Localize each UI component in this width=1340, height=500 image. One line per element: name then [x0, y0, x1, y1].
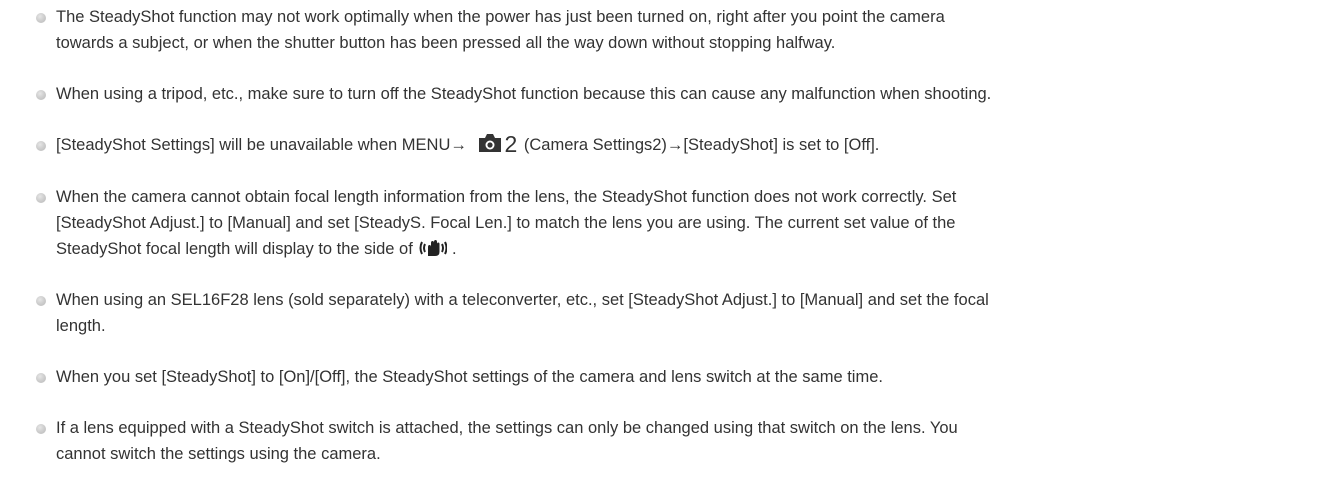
- note-text-line: cannot switch the settings using the cam…: [56, 445, 381, 463]
- note-item: When using an SEL16F28 lens (sold separa…: [0, 287, 1340, 339]
- note-text-line: When you set [SteadyShot] to [On]/[Off],…: [56, 368, 883, 386]
- note-item: When using a tripod, etc., make sure to …: [0, 81, 1340, 107]
- note-text-line: towards a subject, or when the shutter b…: [56, 34, 836, 52]
- note-text-line: When using an SEL16F28 lens (sold separa…: [56, 291, 989, 309]
- note-text-line: [SteadyShot Adjust.] to [Manual] and set…: [56, 214, 956, 232]
- note-text-line: When the camera cannot obtain focal leng…: [56, 188, 957, 206]
- bullet-icon: [36, 373, 46, 383]
- bullet-icon: [36, 141, 46, 151]
- note-item: The SteadyShot function may not work opt…: [0, 4, 1340, 56]
- steadyshot-hand-icon: [417, 238, 448, 266]
- bullet-icon: [36, 90, 46, 100]
- note-item: When you set [SteadyShot] to [On]/[Off],…: [0, 364, 1340, 390]
- note-text-line: When using a tripod, etc., make sure to …: [56, 85, 992, 103]
- note-item: If a lens equipped with a SteadyShot swi…: [0, 415, 1340, 467]
- bullet-icon: [36, 193, 46, 203]
- note-text-line: .: [451, 240, 457, 258]
- bullet-icon: [36, 13, 46, 23]
- note-text-line: [SteadyShot Settings] will be unavailabl…: [56, 136, 467, 154]
- bullet-icon: [36, 296, 46, 306]
- note-text-line: length.: [56, 317, 106, 335]
- note-text-line: (Camera Settings2)→[SteadyShot] is set t…: [523, 136, 880, 154]
- camera-settings-number: 2: [504, 131, 518, 157]
- bullet-icon: [36, 424, 46, 434]
- note-item: [SteadyShot Settings] will be unavailabl…: [0, 132, 1340, 158]
- note-text-line: If a lens equipped with a SteadyShot swi…: [56, 419, 958, 437]
- camera-shape: [479, 134, 502, 152]
- note-text-line: SteadyShot focal length will display to …: [56, 240, 413, 258]
- note-item: When the camera cannot obtain focal leng…: [0, 184, 1340, 266]
- note-text-line: The SteadyShot function may not work opt…: [56, 8, 945, 26]
- camera-settings-icon: 2: [477, 131, 518, 157]
